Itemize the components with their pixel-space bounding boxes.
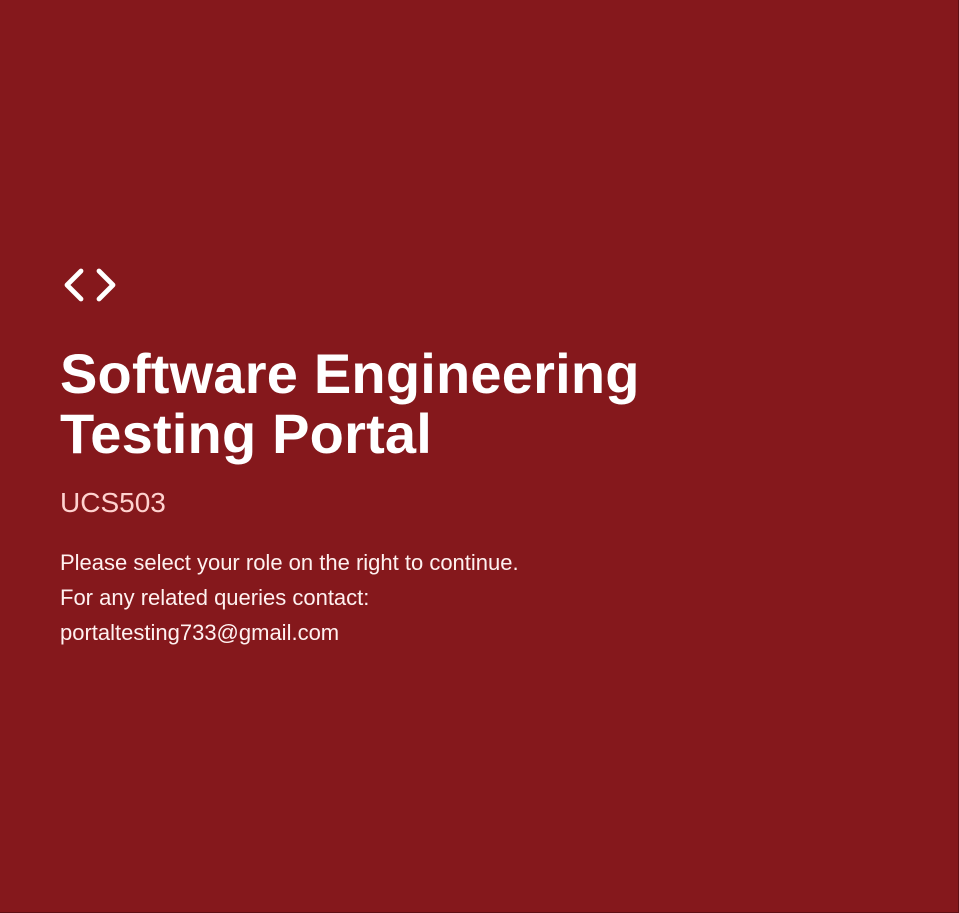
contact-instructions: Please select your role on the right to …: [60, 545, 820, 650]
contact-email: portaltesting733@gmail.com: [60, 620, 340, 645]
role-selection-instruction: Please select your role on the right to …: [60, 550, 519, 575]
title-line-2: Testing Portal: [60, 402, 433, 465]
portal-intro: Software Engineering Testing Portal UCS5…: [60, 265, 820, 650]
login-intro-panel: Software Engineering Testing Portal UCS5…: [0, 0, 959, 913]
course-code: UCS503: [60, 487, 166, 518]
code-icon: [64, 268, 116, 302]
page-title: Software Engineering Testing Portal: [60, 344, 820, 464]
title-line-1: Software Engineering: [60, 342, 640, 405]
contact-label: For any related queries contact:: [60, 585, 370, 610]
